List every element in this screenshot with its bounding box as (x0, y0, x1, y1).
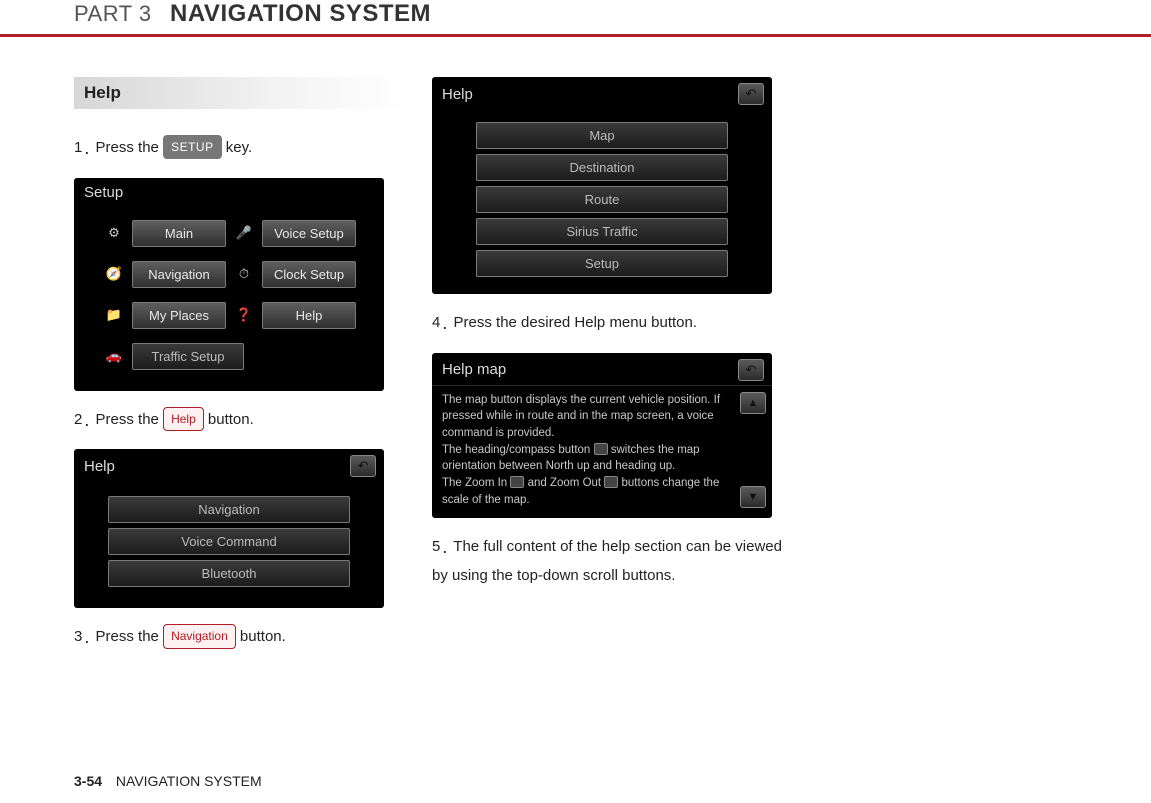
gear-icon: ⚙ (102, 215, 126, 252)
clock-icon: ⏱ (232, 256, 256, 293)
step-text: The full content of the help section can… (432, 538, 782, 584)
device-screenshot-help-nav: Help ↶ Map Destination Route Sirius Traf… (432, 77, 772, 294)
help-nav-button-destination[interactable]: Destination (476, 154, 728, 181)
zoom-in-icon (510, 476, 524, 488)
mic-icon: 🎤 (232, 215, 256, 252)
step-text: Press the (96, 139, 164, 156)
step-3: 3. Press the Navigation button. (74, 622, 404, 653)
help-map-text: The map button displays the current vehi… (442, 392, 734, 509)
scroll-buttons: ▲ ▼ (740, 392, 766, 509)
car-icon: 🚗 (102, 348, 126, 364)
step-number: 5 (432, 538, 440, 555)
question-icon: ❓ (232, 297, 256, 334)
compass-button-icon (594, 443, 608, 455)
setup-button-voice-setup[interactable]: Voice Setup (262, 220, 356, 247)
step-text: Press the (96, 411, 164, 428)
step-5: 5. The full content of the help section … (432, 532, 782, 588)
device-title: Help (84, 458, 115, 475)
step-1: 1. Press the SETUP key. (74, 133, 404, 164)
device-title-bar: Help ↶ (74, 449, 384, 481)
help-button-voice-command[interactable]: Voice Command (108, 528, 350, 555)
help-nav-button-route[interactable]: Route (476, 186, 728, 213)
step-text-after: button. (204, 411, 254, 428)
help-nav-button-sirius-traffic[interactable]: Sirius Traffic (476, 218, 728, 245)
device-body: Map Destination Route Sirius Traffic Set… (432, 109, 772, 294)
section-heading-help: Help (74, 77, 404, 109)
setup-button-help[interactable]: Help (262, 302, 356, 329)
content-columns: Help 1. Press the SETUP key. Setup ⚙ Mai… (0, 37, 1151, 667)
help-map-line: The map button displays the current vehi… (442, 394, 720, 439)
step-number: 4 (432, 314, 440, 331)
page-number: 3-54 (74, 773, 102, 789)
device-body: ⚙ Main 🎤 Voice Setup 🧭 Navigation ⏱ Cloc… (74, 205, 384, 391)
help-button-badge: Help (163, 407, 204, 431)
column-right: Help ↶ Map Destination Route Sirius Traf… (432, 77, 782, 667)
page-title: NAVIGATION SYSTEM (170, 0, 431, 27)
help-button-bluetooth[interactable]: Bluetooth (108, 560, 350, 587)
step-number: 1 (74, 139, 82, 156)
device-body: Navigation Voice Command Bluetooth (74, 481, 384, 608)
device-title: Setup (84, 184, 123, 201)
help-nav-button-map[interactable]: Map (476, 122, 728, 149)
step-number: 3 (74, 628, 82, 645)
step-number: 2 (74, 411, 82, 428)
part-label: PART 3 (74, 1, 152, 26)
help-map-line: The heading/compass button (442, 444, 594, 456)
scroll-up-button[interactable]: ▲ (740, 392, 766, 414)
compass-icon: 🧭 (102, 256, 126, 293)
column-left: Help 1. Press the SETUP key. Setup ⚙ Mai… (74, 77, 404, 667)
page-header: PART 3 NAVIGATION SYSTEM (0, 0, 1151, 37)
back-icon[interactable]: ↶ (738, 359, 764, 381)
device-screenshot-setup: Setup ⚙ Main 🎤 Voice Setup 🧭 Navigation … (74, 178, 384, 391)
step-text: Press the (96, 628, 164, 645)
footer-label: NAVIGATION SYSTEM (116, 773, 262, 789)
setup-button-traffic-setup[interactable]: Traffic Setup (132, 343, 244, 370)
device-title-bar: Help map ↶ (432, 353, 772, 386)
setup-button-main[interactable]: Main (132, 220, 226, 247)
zoom-out-icon (604, 476, 618, 488)
help-button-navigation[interactable]: Navigation (108, 496, 350, 523)
back-icon[interactable]: ↶ (738, 83, 764, 105)
step-4: 4. Press the desired Help menu button. (432, 308, 782, 339)
navigation-button-badge: Navigation (163, 624, 236, 648)
device-body: The map button displays the current vehi… (432, 386, 772, 519)
step-text-after: button. (236, 628, 286, 645)
device-screenshot-help-map: Help map ↶ The map button displays the c… (432, 353, 772, 519)
step-text-after: key. (222, 139, 253, 156)
help-map-line: and Zoom Out (528, 477, 605, 489)
device-title-bar: Setup (74, 178, 384, 205)
help-map-line: The Zoom In (442, 477, 510, 489)
device-title: Help map (442, 361, 506, 378)
page-footer: 3-54 NAVIGATION SYSTEM (74, 773, 262, 789)
device-screenshot-help-main: Help ↶ Navigation Voice Command Bluetoot… (74, 449, 384, 608)
help-nav-button-setup[interactable]: Setup (476, 250, 728, 277)
setup-button-navigation[interactable]: Navigation (132, 261, 226, 288)
back-icon[interactable]: ↶ (350, 455, 376, 477)
setup-button-clock-setup[interactable]: Clock Setup (262, 261, 356, 288)
setup-key-badge: SETUP (163, 135, 222, 159)
device-title-bar: Help ↶ (432, 77, 772, 109)
step-text: Press the desired Help menu button. (454, 314, 697, 331)
folder-icon: 📁 (102, 297, 126, 334)
setup-button-my-places[interactable]: My Places (132, 302, 226, 329)
device-title: Help (442, 86, 473, 103)
step-2: 2. Press the Help button. (74, 405, 404, 436)
scroll-down-button[interactable]: ▼ (740, 486, 766, 508)
